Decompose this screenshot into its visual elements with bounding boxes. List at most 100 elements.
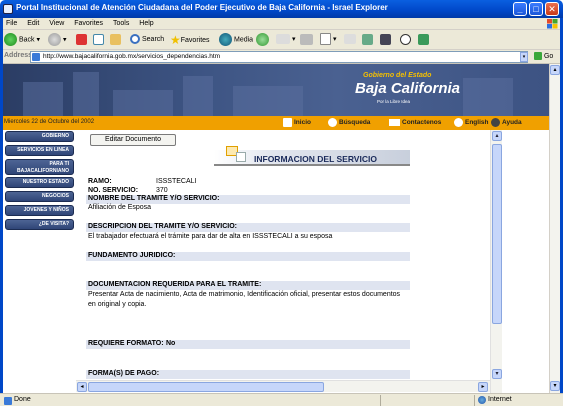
history-icon — [256, 33, 269, 46]
banner-building — [183, 76, 213, 116]
sidebar-item-negocios[interactable]: NEGOCIOS — [5, 191, 74, 202]
scroll-up-icon[interactable]: ▴ — [492, 131, 502, 141]
fundamento-label: FUNDAMENTO JURIDICO: — [88, 252, 176, 259]
content-horizontal-scrollbar[interactable]: ◂ ▸ — [76, 380, 490, 392]
service-info-header: INFORMACION DEL SERVICIO — [200, 144, 410, 168]
documentacion-value: en original y copia. — [88, 301, 147, 308]
sidebar: GOBIERNO SERVICIOS EN LINEA PARA TI BAJA… — [3, 130, 76, 393]
sidebar-item-para-ti[interactable]: PARA TI BAJACALIFORNIANO — [5, 159, 74, 175]
back-button[interactable]: Back ▾ — [4, 33, 40, 47]
minimize-button[interactable]: _ — [513, 2, 527, 16]
menu-help[interactable]: Help — [139, 18, 153, 30]
home-icon — [110, 33, 121, 45]
scroll-down-icon[interactable]: ▾ — [550, 381, 560, 391]
menu-view[interactable]: View — [49, 18, 64, 30]
search-icon — [130, 34, 140, 45]
title-bar: Portal Institucional de Atención Ciudada… — [0, 0, 563, 18]
close-button[interactable]: ✕ — [545, 2, 559, 16]
go-arrow-icon — [534, 52, 542, 60]
address-dropdown-icon[interactable]: ▾ — [520, 52, 528, 62]
security-zone-text: Internet — [488, 396, 512, 403]
maximize-button[interactable]: □ — [529, 2, 543, 16]
nav-ayuda[interactable]: Ayuda — [491, 118, 522, 128]
scroll-left-icon[interactable]: ◂ — [77, 382, 87, 392]
address-bar: Address http://www.bajacalifornia.gob.mx… — [0, 50, 563, 64]
content-vertical-scrollbar[interactable]: ▴ ▾ — [490, 130, 502, 393]
sidebar-item-nuestro-estado[interactable]: NUESTRO ESTADO — [5, 177, 74, 188]
mail-button[interactable]: ▾ — [276, 33, 296, 47]
nombre-value: Afiliación de Esposa — [88, 204, 152, 211]
search-button[interactable]: Search — [130, 33, 164, 47]
tools-button[interactable] — [418, 33, 431, 47]
web-page: Gobierno del Estado Baja California Por … — [3, 64, 560, 393]
language-icon — [454, 118, 463, 127]
ramo-value: ISSSTECALI — [156, 178, 197, 185]
sidebar-item-de-visita[interactable]: ¿DE VISITA? — [5, 219, 74, 230]
main-content: Editar Documento INFORMACION DEL SERVICI… — [76, 130, 490, 393]
translate-button[interactable] — [400, 33, 413, 47]
history-button[interactable] — [256, 33, 271, 47]
go-button[interactable]: Go — [534, 52, 553, 60]
descripcion-value: El trabajador efectuará el trámite para … — [88, 233, 333, 240]
internet-zone-icon — [478, 396, 486, 404]
browser-vertical-scrollbar[interactable]: ▴ ▾ — [549, 64, 560, 393]
home-button[interactable] — [110, 33, 123, 47]
banner-building — [23, 82, 63, 116]
nav-inicio[interactable]: Inicio — [283, 118, 311, 128]
print-button[interactable] — [300, 33, 315, 47]
edit-page-icon — [320, 33, 331, 46]
edit-document-button[interactable]: Editar Documento — [90, 134, 176, 146]
edit-page-button[interactable]: ▾ — [320, 33, 337, 47]
nav-contactenos[interactable]: Contactenos — [389, 118, 441, 128]
media-icon — [219, 33, 232, 46]
banner-building — [113, 90, 173, 116]
research-icon — [380, 33, 391, 45]
research-button[interactable] — [380, 33, 393, 47]
address-input[interactable]: http://www.bajacalifornia.gob.mx/servici… — [30, 51, 528, 63]
menu-favorites[interactable]: Favorites — [74, 18, 103, 30]
nav-busqueda[interactable]: Búsqueda — [328, 118, 370, 128]
mail-icon — [276, 34, 290, 45]
scrollbar-thumb[interactable] — [492, 144, 502, 324]
messenger-button[interactable] — [362, 33, 375, 47]
menu-bar: File Edit View Favorites Tools Help — [0, 18, 563, 30]
star-icon: ★ — [170, 33, 181, 47]
baja-california-logo[interactable]: Gobierno del Estado Baja California Por … — [355, 72, 460, 106]
menu-edit[interactable]: Edit — [27, 18, 39, 30]
status-separator — [380, 395, 381, 406]
forma-pago-label: FORMA(S) DE PAGO: — [88, 370, 160, 377]
nombre-label: NOMBRE DEL TRAMITE Y/O SERVICIO: — [88, 195, 220, 202]
scroll-down-icon[interactable]: ▾ — [492, 369, 502, 379]
windows-logo-icon — [547, 19, 558, 29]
section-title: INFORMACION DEL SERVICIO — [254, 154, 377, 164]
stop-button[interactable] — [76, 33, 89, 47]
media-button[interactable]: Media — [219, 33, 253, 47]
scroll-up-icon[interactable]: ▴ — [550, 65, 560, 75]
stop-icon — [76, 33, 87, 45]
favorites-button[interactable]: ★Favorites — [170, 33, 210, 47]
messenger-icon — [362, 33, 373, 45]
refresh-button[interactable] — [93, 33, 106, 47]
page-done-icon — [4, 397, 12, 405]
requiere-formato-value: No — [166, 340, 176, 347]
forward-button[interactable]: ▾ — [48, 33, 67, 47]
sidebar-item-servicios-en-linea[interactable]: SERVICIOS EN LINEA — [5, 145, 74, 156]
status-separator — [474, 395, 475, 406]
sidebar-item-gobierno[interactable]: GOBIERNO — [5, 131, 74, 142]
discuss-icon — [344, 34, 356, 45]
page-icon — [32, 53, 40, 61]
scroll-right-icon[interactable]: ▸ — [478, 382, 488, 392]
discuss-button[interactable] — [344, 33, 358, 47]
status-bar: Done Internet — [0, 393, 563, 406]
documentacion-value: Presentar Acta de nacimiento, Acta de ma… — [88, 291, 401, 298]
no-servicio-label: NO. SERVICIO: — [88, 187, 139, 194]
sidebar-item-jovenes-y-ninos[interactable]: JOVENES Y NIÑOS — [5, 205, 74, 216]
nav-english[interactable]: English — [454, 118, 488, 128]
menu-file[interactable]: File — [6, 18, 17, 30]
top-nav-bar: Miercoles 22 de Octubre del 2002 Inicio … — [3, 116, 560, 130]
window-frame-left — [0, 18, 3, 406]
menu-tools[interactable]: Tools — [113, 18, 129, 30]
scrollbar-thumb[interactable] — [88, 382, 324, 392]
window-title: Portal Institucional de Atención Ciudada… — [16, 3, 388, 12]
current-date: Miercoles 22 de Octubre del 2002 — [4, 119, 95, 125]
